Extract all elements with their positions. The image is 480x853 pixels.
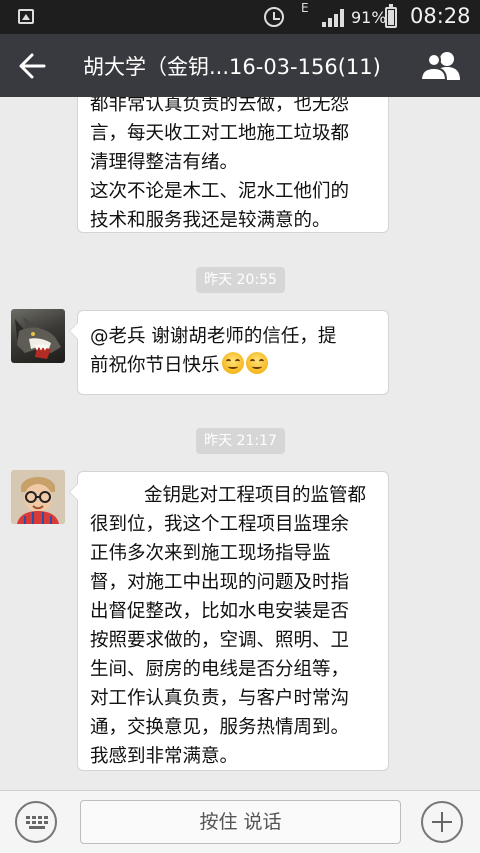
message-line: 我感到非常满意。	[90, 746, 239, 767]
signal-icon	[322, 9, 344, 27]
message-line: 生间、厨房的电线是否分组等，	[90, 659, 350, 680]
message-line: 正伟多次来到施工现场指导监	[90, 543, 331, 564]
message-timestamp: 昨天 21:17	[196, 428, 285, 454]
alarm-icon	[264, 7, 284, 27]
wolf-avatar[interactable]	[11, 309, 65, 363]
message-line: 通，交换意见，服务热情周到。	[90, 717, 350, 738]
arrow-left-icon	[19, 53, 46, 79]
message-line: 督，对施工中出现的问题及时指	[90, 572, 350, 593]
message-bubble[interactable]: 都非常认真负责的去做，也无怨 言，每天收工对工地施工垃圾都 清理得整洁有绪。 这…	[77, 97, 389, 233]
smile-emoji	[245, 352, 268, 374]
message-line: 对工作认真负责，与客户时常沟	[90, 688, 350, 709]
keyboard-toggle-button[interactable]	[15, 801, 57, 843]
chat-title: 胡大学（金钥...16-03-156(11)	[83, 55, 381, 79]
smile-emoji	[221, 352, 244, 374]
gallery-icon	[18, 9, 34, 24]
wolf-avatar-image	[15, 317, 61, 359]
message-line: 清理得整洁有绪。	[90, 152, 239, 173]
battery-icon	[385, 4, 397, 28]
more-options-button[interactable]	[421, 801, 463, 843]
status-bar: E 91% 08:28	[0, 0, 480, 34]
message-line: 言，每天收工对工地施工垃圾都	[90, 123, 350, 144]
network-type-label: E	[301, 1, 309, 15]
message-line: 都非常认真负责的去做，也无怨	[90, 97, 350, 115]
hold-to-talk-button[interactable]: 按住 说话	[80, 800, 401, 844]
message-line: 按照要求做的，空调、照明、卫	[90, 630, 350, 651]
network-type-indicator: E	[301, 2, 309, 14]
message-bubble[interactable]: 金钥匙对工程项目的监管都 很到位，我这个工程项目监理余 正伟多次来到施工现场指导…	[69, 471, 389, 771]
message-line: 很到位，我这个工程项目监理余	[90, 514, 350, 535]
message-line: 出督促整改，比如水电安装是否	[90, 601, 350, 622]
status-clock: 08:28	[410, 4, 471, 28]
chat-input-bar: 按住 说话	[0, 790, 480, 853]
message-timestamp: 昨天 20:55	[196, 267, 285, 293]
message-bubble[interactable]: @老兵 谢谢胡老师的信任，提 前祝你节日快乐	[69, 310, 389, 395]
back-button[interactable]	[12, 47, 52, 85]
chat-message-list[interactable]: 都非常认真负责的去做，也无怨 言，每天收工对工地施工垃圾都 清理得整洁有绪。 这…	[0, 97, 480, 790]
child-avatar[interactable]	[11, 470, 65, 524]
group-members-button[interactable]	[419, 48, 462, 84]
keyboard-icon	[26, 816, 48, 829]
message-line: 技术和服务我还是较满意的。	[90, 210, 331, 231]
group-members-icon	[419, 52, 460, 81]
message-line: @老兵 谢谢胡老师的信任，提	[90, 326, 337, 347]
message-line: 这次不论是木工、泥水工他们的	[90, 181, 350, 202]
chat-title-bar: 胡大学（金钥...16-03-156(11)	[0, 34, 480, 97]
message-line: 金钥匙对工程项目的监管都	[144, 485, 367, 506]
child-avatar-image	[11, 470, 65, 524]
message-line: 前祝你节日快乐	[90, 355, 220, 376]
battery-percent: 91%	[351, 8, 387, 27]
